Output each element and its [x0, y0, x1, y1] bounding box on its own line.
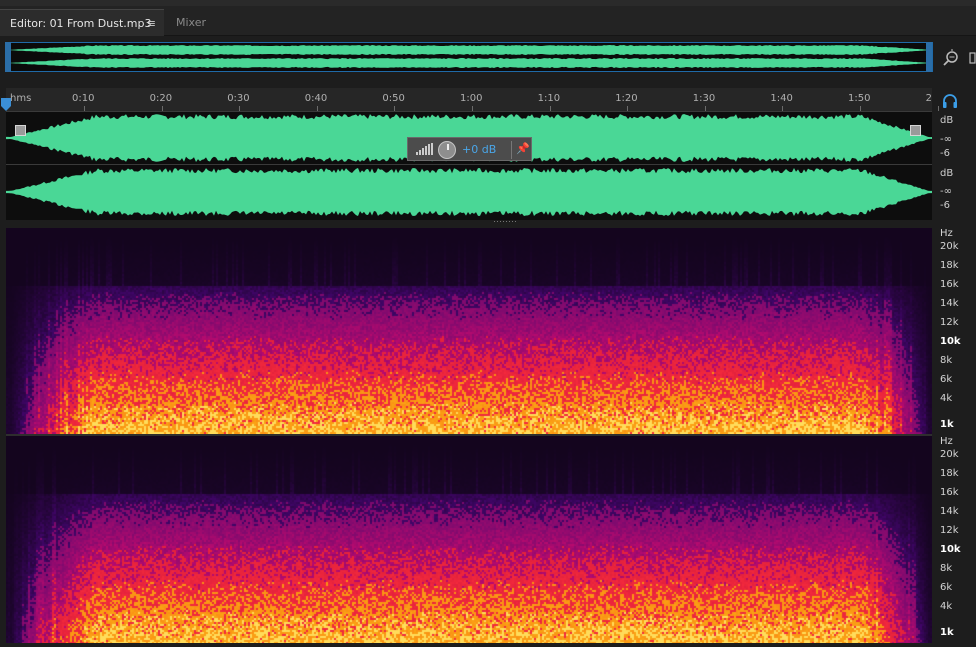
ruler-tick-mark [394, 106, 396, 111]
hz-unit-label: Hz [940, 228, 953, 239]
ruler-tick-label: 0:40 [304, 93, 328, 104]
ruler-tick-label: 2 [925, 93, 932, 104]
tab-editor[interactable]: Editor: 01 From Dust.mp3 ≡ [0, 9, 164, 36]
ruler-tick-mark [549, 106, 551, 111]
waveform-path [6, 45, 932, 55]
db-label: -∞ [940, 134, 952, 145]
ruler-tick-label: 1:30 [692, 93, 716, 104]
time-ruler[interactable]: hms 0:10 0:20 0:30 0:40 0:50 1:00 1:10 1:20 1:30… [6, 88, 939, 112]
pin-icon[interactable]: 📌 [516, 142, 530, 155]
ruler-tick-mark [161, 106, 163, 111]
panel-resize-grip[interactable] [492, 220, 518, 226]
level-meter-icon [416, 143, 433, 155]
hz-label: 4k [940, 601, 953, 612]
ruler-tick-label: 0:30 [227, 93, 250, 104]
tab-mixer-label: Mixer [176, 16, 207, 29]
zoom-icon[interactable] [941, 48, 961, 68]
hz-label: 8k [940, 355, 953, 366]
panel-options-icon[interactable] [968, 48, 976, 68]
ruler-tick-label: 1:40 [770, 93, 793, 104]
ruler-unit-label: hms [10, 93, 32, 104]
hz-label: 12k [940, 317, 959, 328]
ruler-tick-label: 0:10 [72, 93, 95, 104]
hamburger-menu-icon[interactable]: ≡ [147, 10, 156, 37]
hz-label: 20k [940, 449, 959, 460]
volume-hud[interactable]: +0 dB 📌 [407, 137, 532, 161]
headphone-icon[interactable] [941, 92, 959, 110]
hz-label: 10k [940, 336, 961, 347]
ruler-tick-mark [860, 106, 861, 111]
ruler-tick-mark [782, 106, 784, 111]
frequency-scale-channel-2: Hz 20k 18k 16k 14k 12k 10k 8k 6k 4k 1k [932, 436, 976, 643]
ruler-tick-mark [627, 106, 629, 111]
overview-left-handle[interactable] [5, 42, 11, 72]
spectral-channel-divider [6, 434, 932, 436]
ruler-tick-mark [316, 106, 318, 111]
hz-label: 1k [940, 419, 954, 430]
waveform-graphic [6, 114, 932, 216]
ruler-tick-label: 0:20 [149, 93, 173, 104]
channel-divider [6, 164, 932, 165]
hz-label: 18k [940, 468, 959, 479]
ruler-tick-label: 1:50 [848, 93, 871, 104]
tab-editor-label: Editor: 01 From Dust.mp3 [10, 17, 152, 30]
hud-separator [511, 141, 512, 159]
ruler-tick-label: 0:50 [382, 93, 405, 104]
db-label: -6 [940, 200, 950, 211]
waveform-path [6, 168, 932, 216]
hz-label: 18k [940, 260, 959, 271]
db-unit-label: dB [940, 168, 954, 179]
hz-label: 6k [940, 374, 953, 385]
fade-in-handle[interactable] [15, 125, 26, 136]
db-label: -6 [940, 148, 950, 159]
hz-label: 16k [940, 487, 959, 498]
ruler-tick-label: 1:00 [460, 93, 483, 104]
ruler-tick-mark [937, 106, 939, 111]
db-unit-label: dB [940, 115, 954, 126]
ruler-tick-mark [472, 106, 473, 111]
hz-label: 6k [940, 582, 953, 593]
hz-unit-label: Hz [940, 436, 953, 447]
fade-out-handle[interactable] [910, 125, 921, 136]
spectrogram-channel-2 [6, 436, 932, 643]
hz-label: 10k [940, 544, 961, 555]
overview-waveform-graphic [6, 45, 932, 68]
panel-tab-bar: Editor: 01 From Dust.mp3 ≡ Mixer [0, 6, 976, 36]
amplitude-scale-channel-2: dB -∞ -6 [932, 165, 976, 220]
volume-value[interactable]: +0 dB [462, 143, 496, 156]
waveform-path [6, 58, 932, 68]
hz-label: 12k [940, 525, 959, 536]
hz-label: 14k [940, 298, 959, 309]
hz-label: 20k [940, 241, 959, 252]
overview-right-handle[interactable] [926, 42, 932, 72]
ruler-tick-mark [84, 106, 85, 111]
ruler-tick-label: 1:10 [537, 93, 561, 104]
ruler-tick-label: 1:20 [615, 93, 638, 104]
db-label: -∞ [940, 186, 952, 197]
ruler-tick-mark [704, 106, 706, 111]
overview-waveform[interactable] [5, 42, 933, 72]
frequency-scale-channel-1: Hz 20k 18k 16k 14k 12k 10k 8k 6k 4k 1k [932, 228, 976, 434]
waveform-display[interactable] [6, 112, 932, 220]
volume-knob[interactable] [438, 141, 456, 159]
hz-label: 1k [940, 627, 954, 638]
hz-label: 16k [940, 279, 959, 290]
tab-mixer[interactable]: Mixer [166, 9, 234, 36]
hz-label: 8k [940, 563, 953, 574]
hz-label: 14k [940, 506, 959, 517]
spectrogram-channel-1 [6, 228, 932, 434]
playhead-marker[interactable] [0, 98, 12, 112]
ruler-tick-mark [239, 106, 241, 111]
amplitude-scale-channel-1: dB -∞ -6 [932, 112, 976, 164]
hz-label: 4k [940, 393, 953, 404]
